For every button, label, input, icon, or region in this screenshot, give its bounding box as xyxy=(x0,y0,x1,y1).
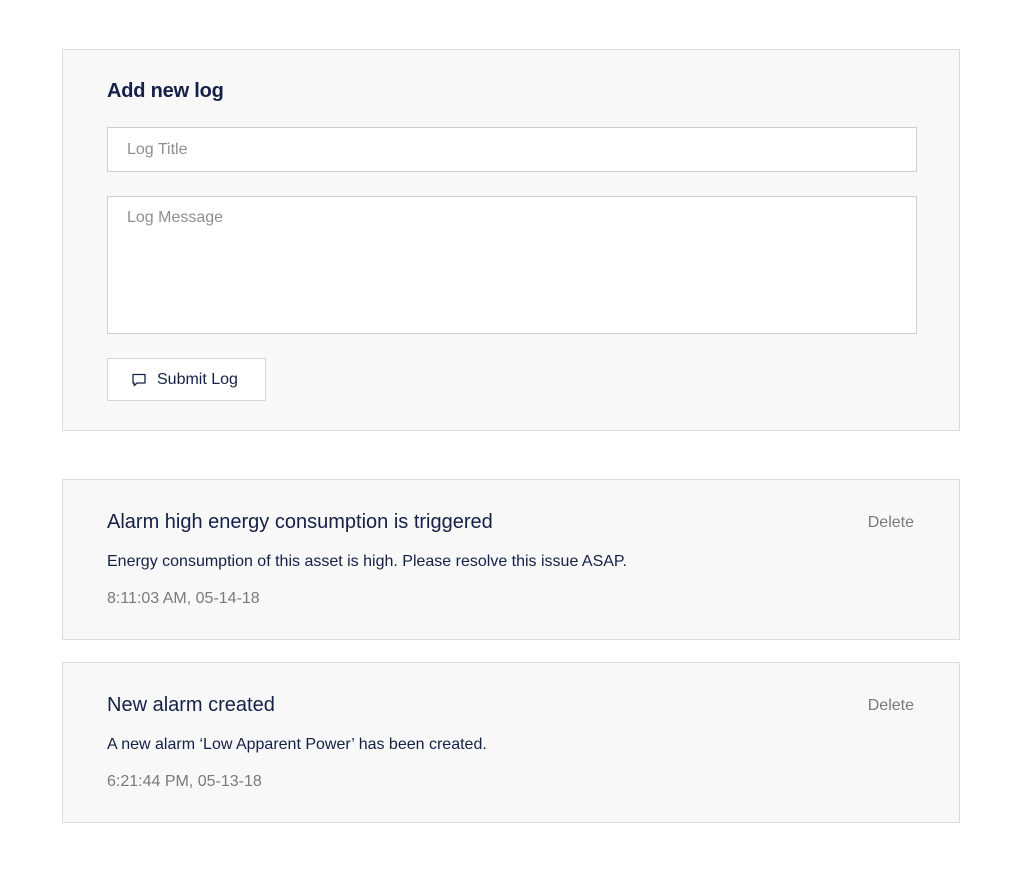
add-log-title: Add new log xyxy=(107,80,224,102)
delete-log-button[interactable]: Delete xyxy=(868,514,914,532)
log-entry-title: New alarm created xyxy=(107,694,275,716)
log-message-input[interactable] xyxy=(107,196,917,334)
submit-log-label: Submit Log xyxy=(157,370,238,388)
log-entry: New alarm created Delete A new alarm ‘Lo… xyxy=(62,662,960,823)
log-entry-timestamp: 6:21:44 PM, 05-13-18 xyxy=(107,773,262,790)
log-entry-title: Alarm high energy consumption is trigger… xyxy=(107,511,493,533)
add-log-panel: Add new log Submit Log xyxy=(62,49,960,431)
log-entry-timestamp: 8:11:03 AM, 05-14-18 xyxy=(107,590,260,607)
log-entry: Alarm high energy consumption is trigger… xyxy=(62,479,960,640)
comment-icon xyxy=(131,372,147,388)
delete-log-button[interactable]: Delete xyxy=(868,697,914,715)
log-title-input[interactable] xyxy=(107,127,917,172)
submit-log-button[interactable]: Submit Log xyxy=(107,358,266,401)
log-entry-message: A new alarm ‘Low Apparent Power’ has bee… xyxy=(107,736,487,753)
log-entry-message: Energy consumption of this asset is high… xyxy=(107,553,627,570)
